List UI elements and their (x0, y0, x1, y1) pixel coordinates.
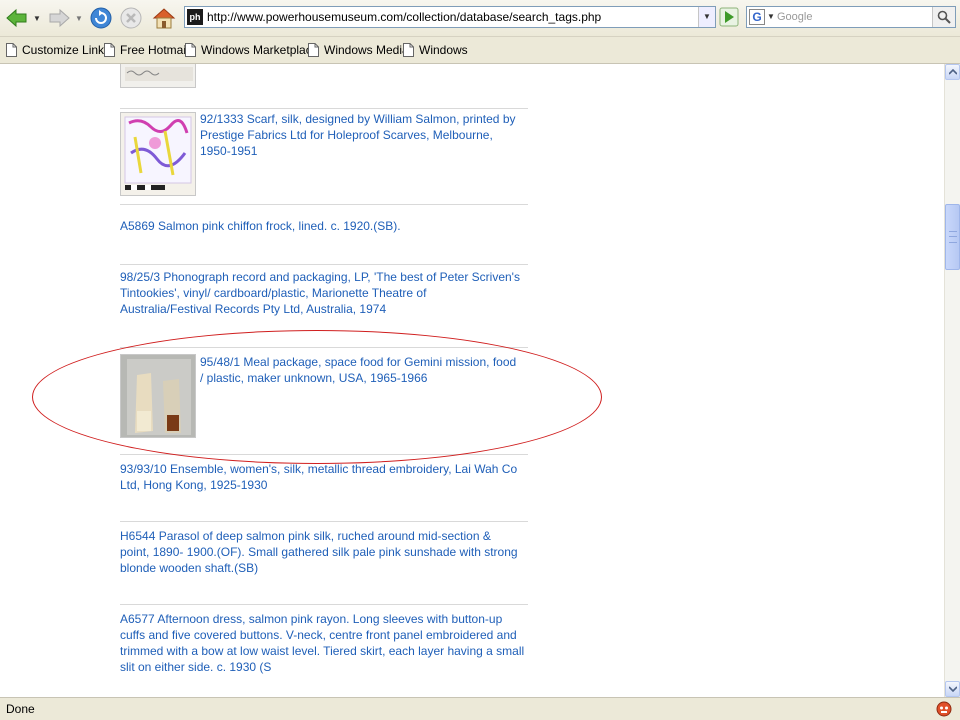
result-link[interactable]: A6577 Afternoon dress, salmon pink rayon… (120, 611, 530, 675)
result-link[interactable]: H6544 Parasol of deep salmon pink silk, … (120, 528, 520, 576)
search-button[interactable] (932, 7, 955, 27)
go-arrow-icon (719, 7, 739, 27)
site-favicon-icon: ph (187, 9, 203, 25)
search-magnifier-icon (937, 10, 951, 24)
vertical-scrollbar[interactable] (944, 64, 960, 697)
result-separator (120, 454, 528, 455)
result-separator (120, 604, 528, 605)
links-toolbar: Customize Links Free Hotmail Windows Mar… (0, 37, 960, 64)
go-button[interactable] (718, 6, 740, 28)
link-windows[interactable]: Windows (403, 42, 468, 58)
status-popup-blocker-icon[interactable] (936, 701, 952, 717)
home-button[interactable] (150, 4, 178, 32)
address-bar[interactable]: ph http://www.powerhousemuseum.com/colle… (184, 6, 716, 28)
address-history-dropdown[interactable]: ▼ (698, 7, 715, 27)
link-free-hotmail[interactable]: Free Hotmail (104, 42, 189, 58)
thumbnail-image (121, 355, 195, 437)
result-thumbnail[interactable] (120, 112, 196, 196)
scroll-up-button[interactable] (945, 64, 960, 80)
scrollbar-grip (949, 231, 957, 243)
status-bar: Done (0, 697, 960, 720)
result-thumbnail[interactable] (120, 354, 196, 438)
result-link[interactable]: 93/93/10 Ensemble, women's, silk, metall… (120, 461, 528, 493)
link-label: Windows Marketplace (201, 43, 319, 57)
link-windows-marketplace[interactable]: Windows Marketplace (185, 42, 318, 58)
result-link[interactable]: 98/25/3 Phonograph record and packaging,… (120, 269, 520, 317)
link-customize-links[interactable]: Customize Links (6, 42, 110, 58)
thumbnail-image (121, 113, 195, 195)
result-separator (120, 204, 528, 205)
result-separator (120, 264, 528, 265)
scrollbar-thumb[interactable] (945, 204, 960, 270)
reload-icon (90, 7, 112, 29)
page-icon (308, 43, 319, 57)
page-icon (6, 43, 17, 57)
reload-button[interactable] (88, 4, 114, 32)
page-icon (104, 43, 115, 57)
link-label: Windows (419, 43, 468, 57)
result-separator (120, 108, 528, 109)
back-button[interactable] (2, 4, 32, 32)
stop-button[interactable] (118, 4, 144, 32)
chevron-down-icon (948, 686, 957, 692)
chevron-up-icon (948, 69, 957, 75)
search-engine-icon[interactable]: G (749, 9, 765, 25)
result-thumbnail-partial[interactable] (120, 64, 196, 88)
navigation-toolbar: ▼ ▼ ph http://www.powerhousemuseum.com/c… (0, 0, 960, 37)
thumbnail-image (121, 64, 195, 87)
back-history-dropdown[interactable]: ▼ (32, 4, 42, 32)
scroll-down-button[interactable] (945, 681, 960, 697)
page-icon (185, 43, 196, 57)
search-bar: G ▼ (746, 6, 956, 28)
link-windows-media[interactable]: Windows Media (308, 42, 409, 58)
home-icon (152, 8, 176, 29)
search-engine-dropdown[interactable]: ▼ (767, 7, 775, 27)
page-icon (403, 43, 414, 57)
result-separator (120, 347, 528, 348)
result-link[interactable]: 95/48/1 Meal package, space food for Gem… (200, 354, 520, 386)
search-input[interactable] (777, 8, 927, 26)
status-text: Done (6, 702, 35, 716)
stop-icon (120, 7, 142, 29)
forward-history-dropdown[interactable]: ▼ (74, 4, 84, 32)
back-arrow-icon (6, 8, 27, 28)
result-separator (120, 521, 528, 522)
result-link[interactable]: A5869 Salmon pink chiffon frock, lined. … (120, 218, 528, 234)
link-label: Free Hotmail (120, 43, 189, 57)
forward-arrow-icon (49, 8, 70, 28)
forward-button[interactable] (44, 4, 74, 32)
page-content: 92/1333 Scarf, silk, designed by William… (0, 64, 944, 697)
link-label: Windows Media (324, 43, 409, 57)
link-label: Customize Links (22, 43, 111, 57)
result-link[interactable]: 92/1333 Scarf, silk, designed by William… (200, 111, 520, 159)
address-url-text[interactable]: http://www.powerhousemuseum.com/collecti… (207, 10, 601, 24)
